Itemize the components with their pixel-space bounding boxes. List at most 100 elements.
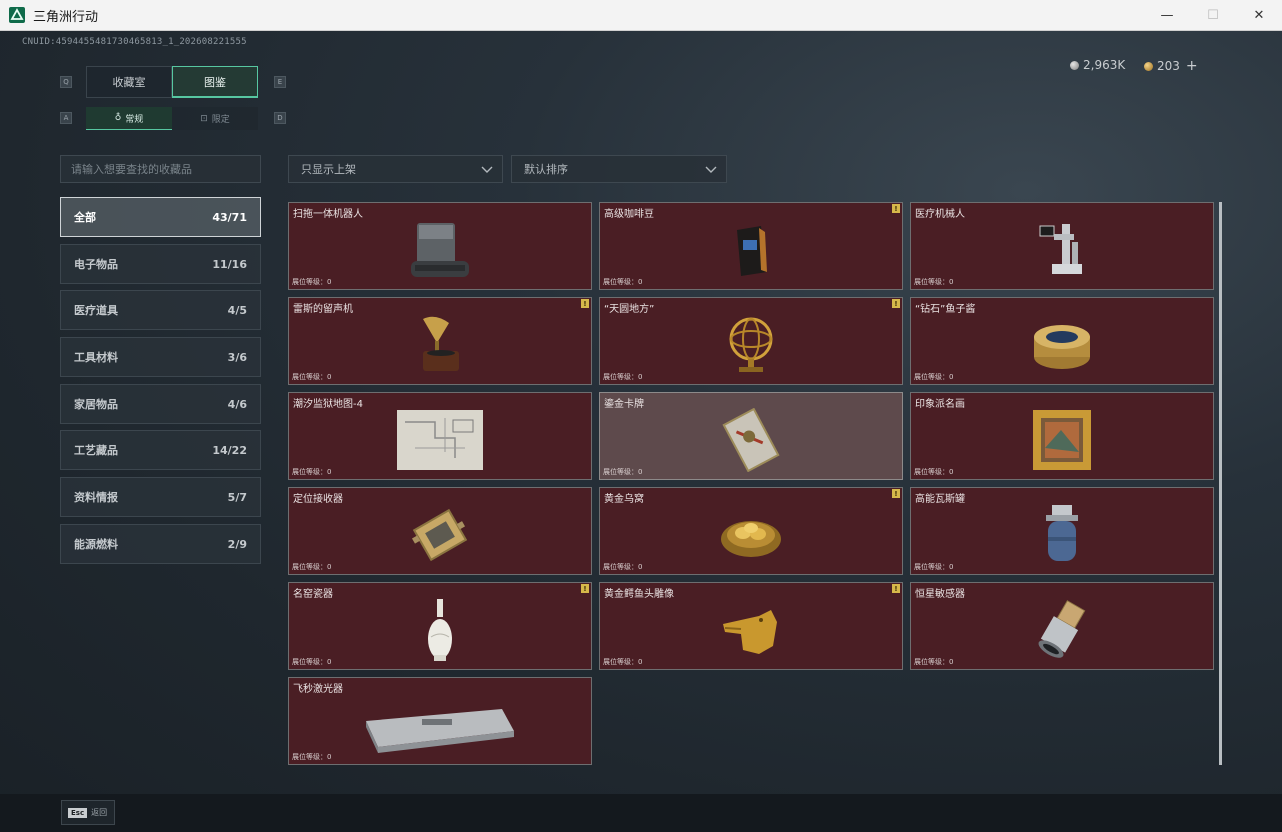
flag-icon: ! [892,489,900,498]
esc-key-hint: Esc [68,807,88,818]
receiver-icon [390,500,490,570]
flag-icon: ! [581,299,589,308]
category-intel[interactable]: 资料情报 5/7 [60,477,261,517]
category-label: 家居物品 [74,398,118,411]
item-card[interactable]: 高级咖啡豆 ! 展位等级：0 [599,202,903,290]
search-input[interactable]: 请输入想要查找的收藏品 [60,155,261,183]
category-count: 2/9 [227,537,247,551]
category-count: 11/16 [212,257,247,271]
category-crafts[interactable]: 工艺藏品 14/22 [60,430,261,470]
item-card[interactable]: 潮汐监狱地图-4 展位等级：0 [288,392,592,480]
sort-dropdown[interactable]: 默认排序 [511,155,727,183]
gramophone-icon [390,310,490,380]
window-title: 三角洲行动 [33,9,99,25]
main-tabs: 收藏室 图鉴 [86,66,258,98]
gold-currency: 203 + [1144,58,1198,74]
item-card[interactable]: 高能瓦斯罐 展位等级：0 [910,487,1214,575]
key-hint-e: E [274,76,286,88]
item-name: 飞秒激光器 [293,684,343,695]
item-card[interactable]: 扫拖一体机器人 展位等级：0 [288,202,592,290]
armillary-sphere-icon [701,310,801,380]
item-name: 恒星敏感器 [915,589,965,600]
caviar-tin-icon [1012,310,1112,380]
category-household[interactable]: 家居物品 4/6 [60,384,261,424]
add-currency-button[interactable]: + [1186,58,1198,74]
item-name: 扫拖一体机器人 [293,209,363,220]
item-card[interactable]: 鎏金卡牌 展位等级：0 [599,392,903,480]
item-name: 高级咖啡豆 [604,209,654,220]
item-card[interactable]: 印象派名画 展位等级：0 [910,392,1214,480]
shelf-filter-dropdown[interactable]: 只显示上架 [288,155,503,183]
item-name: 高能瓦斯罐 [915,494,965,505]
item-card[interactable]: 定位接收器 展位等级：0 [288,487,592,575]
key-hint-a: A [60,112,72,124]
item-card[interactable]: 黄金鳄鱼头雕像 ! 展位等级：0 [599,582,903,670]
item-card[interactable]: 雷斯的留声机 ! 展位等级：0 [288,297,592,385]
display-level: 展位等级：0 [914,468,954,476]
category-energy[interactable]: 能源燃料 2/9 [60,524,261,564]
item-name: 名窑瓷器 [293,589,333,600]
tab-limited[interactable]: ⊡ 限定 [172,107,258,130]
display-level: 展位等级：0 [603,563,643,571]
category-label: 医疗道具 [74,304,118,317]
item-name: 定位接收器 [293,494,343,505]
flag-icon: ! [892,204,900,213]
key-hint-d: D [274,112,286,124]
display-level: 展位等级：0 [292,753,332,761]
limited-icon: ⊡ [200,113,208,124]
silver-currency: 2,963K [1070,58,1125,72]
user-uid: CNUID:4594455481730465813_1_202608221555 [22,37,247,47]
tab-regular[interactable]: ♁ 常规 [86,107,172,130]
display-level: 展位等级：0 [914,278,954,286]
display-level: 展位等级：0 [914,563,954,571]
display-level: 展位等级：0 [914,373,954,381]
item-card[interactable]: 黄金乌窝 ! 展位等级：0 [599,487,903,575]
item-card[interactable]: 飞秒激光器 展位等级：0 [288,677,592,765]
category-tools[interactable]: 工具材料 3/6 [60,337,261,377]
item-card[interactable]: 名窑瓷器 ! 展位等级：0 [288,582,592,670]
tab-collection-room[interactable]: 收藏室 [86,66,172,98]
category-label: 电子物品 [74,258,118,271]
item-name: 印象派名画 [915,399,965,410]
item-name: 雷斯的留声机 [293,304,353,315]
tab-limited-label: 限定 [211,115,230,125]
gold-coin-icon [1144,61,1153,71]
item-name: 潮汐监狱地图-4 [293,399,363,410]
category-medical[interactable]: 医疗道具 4/5 [60,290,261,330]
maximize-button[interactable]: ☐ [1190,0,1236,31]
display-level: 展位等级：0 [292,278,332,286]
laser-case-icon [360,690,520,760]
item-name: “天圆地方” [604,304,655,315]
window-titlebar: 三角洲行动 — ☐ ✕ [0,0,1282,31]
grid-scrollbar[interactable] [1219,202,1222,765]
gas-tank-icon [1012,500,1112,570]
display-level: 展位等级：0 [292,373,332,381]
display-level: 展位等级：0 [292,658,332,666]
item-name: 黄金鳄鱼头雕像 [604,589,674,600]
minimize-button[interactable]: — [1144,0,1190,31]
porcelain-vase-icon [390,595,490,665]
back-button[interactable]: Esc 返回 [61,800,115,825]
category-all[interactable]: 全部 43/71 [60,197,261,237]
close-button[interactable]: ✕ [1236,0,1282,31]
silver-amount: 2,963K [1083,58,1126,72]
item-name: 黄金乌窝 [604,494,644,505]
bottom-bar: Esc 返回 [0,794,1282,832]
back-label: 返回 [91,808,108,817]
chevron-down-icon [705,166,717,173]
category-electronics[interactable]: 电子物品 11/16 [60,244,261,284]
category-count: 14/22 [212,443,247,457]
category-label: 工艺藏品 [74,444,118,457]
card-icon [701,405,801,475]
item-card[interactable]: “天圆地方” ! 展位等级：0 [599,297,903,385]
item-card[interactable]: 恒星敏感器 展位等级：0 [910,582,1214,670]
tab-regular-label: 常规 [125,114,144,125]
flag-icon: ! [892,584,900,593]
display-level: 展位等级：0 [292,563,332,571]
app-logo-icon [9,7,25,23]
tab-catalog[interactable]: 图鉴 [172,66,258,98]
category-count: 3/6 [227,350,247,364]
item-card[interactable]: 医疗机械人 展位等级：0 [910,202,1214,290]
item-card[interactable]: “钻石”鱼子酱 展位等级：0 [910,297,1214,385]
map-icon [390,405,490,475]
